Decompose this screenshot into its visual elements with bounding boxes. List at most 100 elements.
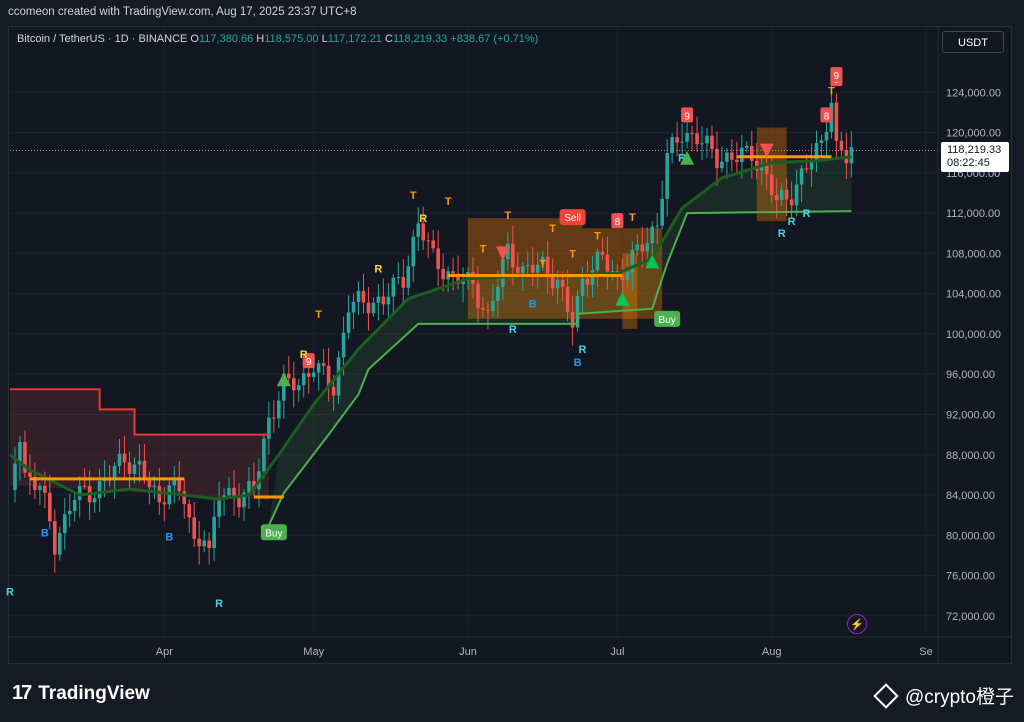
axes: 72,000.00 76,000.00 80,000.00 84,000.00 88,0… — [9, 27, 1011, 663]
signal-marker: T — [315, 309, 322, 321]
candle-body — [545, 256, 550, 276]
candle-body — [814, 142, 819, 162]
candle-body — [680, 141, 684, 143]
candle-body — [192, 517, 197, 539]
candle-body — [839, 140, 844, 151]
open-value: 117,380.66 — [198, 33, 254, 45]
candle-body — [82, 485, 87, 487]
candle — [53, 509, 57, 573]
symbol-name[interactable]: Bitcoin / TetherUS · 1D · BINANCE — [17, 33, 187, 45]
candle — [38, 482, 42, 505]
bolt-icon[interactable]: ⚡ — [847, 614, 867, 634]
candle-body — [565, 286, 570, 312]
candle-body — [48, 492, 52, 522]
close-value: 118,219.33 — [392, 33, 448, 45]
count-label: 8 — [615, 217, 621, 228]
signal-marker: T — [594, 230, 601, 242]
candle — [665, 139, 669, 217]
last-price-label: 118,219.33 08:22:45 — [941, 142, 1009, 172]
signal-marker: Sell — [559, 209, 586, 226]
candle-body — [745, 146, 749, 148]
candle — [406, 255, 411, 296]
signal-label: Sell — [564, 213, 581, 224]
candle-body — [182, 491, 187, 505]
candle — [670, 133, 674, 164]
signal-marker: Buy — [654, 310, 681, 327]
candle-body — [346, 312, 351, 333]
signal-marker: B — [529, 299, 537, 311]
y-tick-label: 88,000.00 — [946, 450, 995, 462]
candle — [286, 356, 291, 383]
candle-body — [296, 385, 301, 391]
price-chart[interactable]: BuyBuySellBBBBRRRRRRRRRTTTTTTTTTTT998889… — [0, 0, 1024, 722]
candle-body — [501, 259, 505, 287]
candle — [202, 530, 206, 553]
candle — [715, 131, 719, 186]
signal-marker: 9 — [830, 67, 843, 83]
x-tick-label: Jun — [459, 646, 477, 658]
candle-body — [67, 510, 72, 515]
candle-body — [516, 267, 520, 274]
bar-countdown: 08:22:45 — [947, 157, 990, 169]
candle-body — [152, 485, 157, 488]
x-tick-label: Se — [919, 646, 932, 658]
candle — [272, 400, 276, 433]
candle-body — [769, 174, 774, 196]
candle-body — [217, 498, 221, 517]
candle-body — [411, 236, 416, 267]
candle — [291, 361, 296, 408]
signal-marker: R — [6, 587, 14, 599]
candle — [386, 283, 391, 318]
candle — [725, 148, 729, 179]
candle-body — [700, 143, 704, 145]
signal-letter: R — [788, 216, 796, 228]
currency-button[interactable]: USDT — [942, 31, 1004, 53]
candle-body — [660, 198, 664, 226]
candle-body — [600, 251, 605, 255]
signal-marker: B — [41, 527, 49, 539]
candle — [685, 122, 689, 149]
candle-body — [212, 516, 216, 548]
candle-body — [227, 487, 231, 496]
candle-body — [426, 240, 430, 242]
symbol-ohlc-legend[interactable]: Bitcoin / TetherUS · 1D · BINANCE O117,3… — [17, 33, 538, 45]
candle-body — [635, 244, 640, 251]
count-label: 8 — [824, 111, 830, 122]
candle-body — [705, 135, 709, 144]
candle-body — [486, 309, 490, 311]
signal-letter: R — [778, 228, 786, 240]
candle-body — [197, 538, 201, 547]
candle-body — [640, 244, 645, 252]
y-tick-label: 112,000.00 — [946, 208, 1000, 220]
candle-body — [436, 248, 440, 270]
candle-body — [132, 464, 137, 474]
signal-letter: B — [529, 299, 537, 311]
high-value: 118,575.00 — [264, 33, 319, 45]
signal-marker: T — [828, 85, 835, 97]
y-tick-label: 96,000.00 — [946, 369, 995, 381]
candle-body — [605, 254, 610, 272]
candle-body — [645, 243, 650, 252]
candle-body — [366, 302, 371, 314]
candle-body — [386, 296, 391, 305]
candle-body — [421, 223, 426, 241]
signal-letter: R — [300, 349, 308, 361]
candle — [745, 141, 749, 153]
signal-marker: T — [480, 243, 487, 255]
candle — [346, 295, 351, 339]
candle — [242, 488, 246, 521]
candle-body — [665, 153, 669, 199]
candle-body — [590, 270, 595, 285]
candle — [396, 262, 401, 285]
signal-letter: T — [828, 85, 835, 97]
candle — [376, 284, 381, 321]
candle-body — [72, 499, 77, 511]
candle-body — [595, 251, 600, 271]
signal-marker: T — [549, 223, 556, 235]
author-watermark: @crypto橙子 — [873, 682, 1014, 709]
close-label: C — [385, 33, 393, 45]
signal-letter: B — [574, 357, 582, 369]
candle-body — [789, 199, 794, 206]
candle — [62, 497, 67, 550]
signal-letter: T — [445, 196, 452, 208]
